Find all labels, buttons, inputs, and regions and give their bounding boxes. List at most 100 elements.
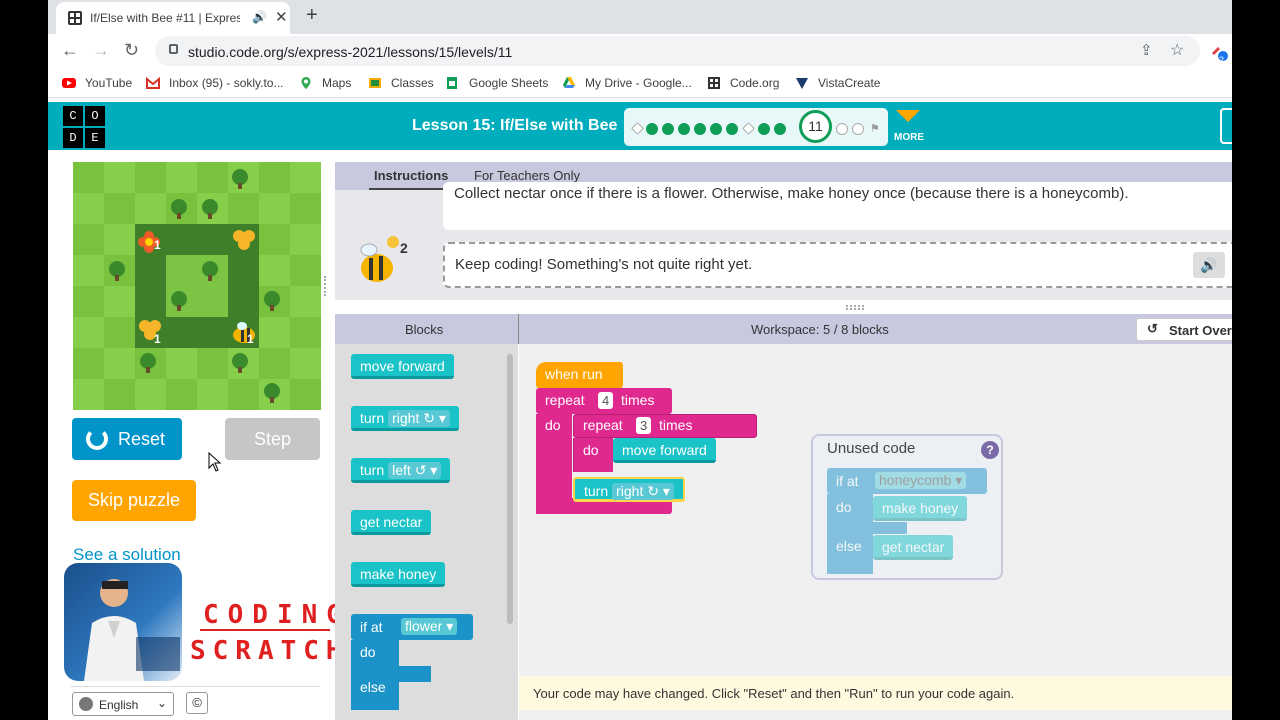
forward-icon[interactable]: → (92, 40, 110, 61)
tree-icon (232, 353, 248, 373)
block-label: turn (584, 483, 609, 499)
speaker-icon[interactable]: 🔊 (1193, 252, 1225, 278)
bookmark-vistacreate[interactable]: VistaCreate (818, 76, 880, 90)
codeorg-favicon-icon (68, 11, 82, 25)
codeorg-logo[interactable]: C O D E (63, 106, 105, 148)
tab-instructions[interactable]: Instructions (374, 168, 448, 183)
direction-dropdown[interactable]: right ↻ ▾ (612, 483, 674, 500)
bookmark-youtube[interactable]: YouTube (85, 76, 132, 90)
block-label: times (659, 417, 693, 433)
unused-if-else-block[interactable]: if at honeycomb ▾ do make honey else get… (827, 468, 991, 574)
chevron-down-icon: ⌄ (157, 696, 168, 710)
maze-grid (73, 162, 321, 410)
toolbox-get-nectar[interactable]: get nectar (351, 510, 432, 535)
level-dot[interactable] (662, 123, 674, 135)
level-dot[interactable] (742, 122, 755, 135)
level-dot[interactable] (678, 123, 690, 135)
repeat-count-input[interactable]: 4 (598, 392, 614, 409)
get-nectar-block[interactable]: get nectar (873, 535, 954, 560)
toolbox-move-forward[interactable]: move forward (351, 354, 454, 379)
speaker-icon[interactable]: 🔊 (252, 10, 267, 24)
channel-thumbnail (64, 563, 182, 681)
level-dot[interactable] (646, 123, 658, 135)
current-level-badge[interactable]: 11 (799, 110, 832, 143)
copyright-button[interactable]: © (186, 692, 208, 714)
codeorg-icon (708, 77, 720, 89)
toolbox-make-honey[interactable]: make honey (351, 562, 446, 587)
sheets-icon (447, 77, 457, 89)
turn-right-block[interactable]: turn right ↻ ▾ (573, 477, 685, 502)
level-dot[interactable] (774, 123, 786, 135)
toolbox-turn-right[interactable]: turn right ↻ ▾ (351, 406, 459, 431)
address-bar[interactable]: studio.code.org/s/express-2021/lessons/1… (155, 36, 1200, 66)
tab-for-teachers[interactable]: For Teachers Only (474, 168, 580, 183)
panel-resize-handle[interactable] (324, 276, 328, 296)
help-icon[interactable]: ? (981, 441, 999, 459)
dropdown-value: right ↻ (616, 483, 659, 499)
flag-icon[interactable]: ⚑ (870, 122, 880, 135)
new-tab-button[interactable]: + (306, 4, 318, 27)
start-over-label: Start Over (1169, 323, 1232, 338)
star-icon[interactable]: ☆ (1170, 40, 1184, 60)
direction-dropdown[interactable]: left ↺ ▾ (388, 462, 442, 479)
condition-dropdown[interactable]: flower ▾ (401, 618, 458, 635)
block-label: turn (360, 410, 385, 426)
bookmark-codeorg[interactable]: Code.org (730, 76, 779, 90)
block-label: else (360, 679, 386, 695)
level-dot[interactable] (758, 123, 770, 135)
close-icon[interactable]: ✕ (275, 8, 288, 26)
header-signin-button[interactable] (1220, 108, 1232, 144)
bookmark-classes[interactable]: Classes (391, 76, 434, 90)
globe-icon (79, 697, 93, 711)
blockly-workspace[interactable]: when run repeat 4 times do repeat 3 time… (519, 344, 1232, 720)
logo-letter: D (63, 128, 83, 148)
bookmark-sheets[interactable]: Google Sheets (469, 76, 548, 90)
block-label: times (621, 392, 655, 408)
panel-resize-handle[interactable] (846, 305, 864, 310)
bookmark-inbox[interactable]: Inbox (95) - sokly.to... (169, 76, 284, 90)
language-select[interactable]: English ⌄ (72, 692, 174, 716)
toolbox-turn-left[interactable]: turn left ↺ ▾ (351, 458, 451, 483)
toolbox-if-else[interactable]: if at flower ▾ do else (351, 614, 473, 710)
level-dot[interactable] (836, 123, 848, 135)
level-dot[interactable] (726, 123, 738, 135)
see-solution-link[interactable]: See a solution (73, 545, 181, 565)
level-dot[interactable] (631, 122, 644, 135)
lesson-title[interactable]: Lesson 15: If/Else with Bee (412, 117, 617, 135)
level-dot[interactable] (694, 123, 706, 135)
codeorg-header: C O D E Lesson 15: If/Else with Bee 11 ⚑… (48, 102, 1232, 150)
direction-dropdown[interactable]: right ↻ ▾ (388, 410, 450, 427)
bookmark-drive[interactable]: My Drive - Google... (585, 76, 692, 90)
dropdown-value: right ↻ (392, 410, 435, 426)
share-icon[interactable]: ⇪ (1140, 41, 1153, 59)
browser-tab[interactable]: If/Else with Bee #11 | Express 🔊 ✕ (56, 2, 290, 34)
coding-text: CODING (203, 600, 351, 630)
make-honey-block[interactable]: make honey (873, 496, 968, 521)
start-over-button[interactable]: ↺ Start Over (1136, 318, 1232, 341)
vistacreate-icon (796, 78, 808, 89)
reset-button[interactable]: Reset (72, 418, 182, 460)
repeat-count-input[interactable]: 3 (636, 417, 652, 434)
skip-puzzle-button[interactable]: Skip puzzle (72, 480, 196, 521)
level-dot[interactable] (852, 123, 864, 135)
more-label[interactable]: MORE (894, 132, 924, 143)
tree-icon (171, 199, 187, 219)
instruction-text: Collect nectar once if there is a flower… (443, 182, 1232, 230)
move-forward-block[interactable]: move forward (613, 438, 716, 463)
step-button[interactable]: Step (225, 418, 320, 460)
tree-icon (140, 353, 156, 373)
back-icon[interactable]: ← (61, 40, 79, 61)
flower-count: 1 (154, 238, 161, 252)
blockly-header: Blocks Workspace: 5 / 8 blocks ↺ Start O… (335, 314, 1232, 344)
level-progress: 11 ⚑ (624, 108, 888, 146)
chevron-down-icon[interactable] (896, 110, 920, 122)
condition-dropdown[interactable]: honeycomb ▾ (875, 472, 967, 489)
block-label: do (836, 499, 852, 515)
when-run-block[interactable]: when run (536, 362, 623, 388)
bookmark-maps[interactable]: Maps (322, 76, 351, 90)
tree-icon (264, 291, 280, 311)
reload-icon[interactable]: ↻ (124, 40, 139, 61)
lock-icon (169, 44, 178, 54)
level-dot[interactable] (710, 123, 722, 135)
toolbox-scrollbar[interactable] (507, 354, 513, 624)
